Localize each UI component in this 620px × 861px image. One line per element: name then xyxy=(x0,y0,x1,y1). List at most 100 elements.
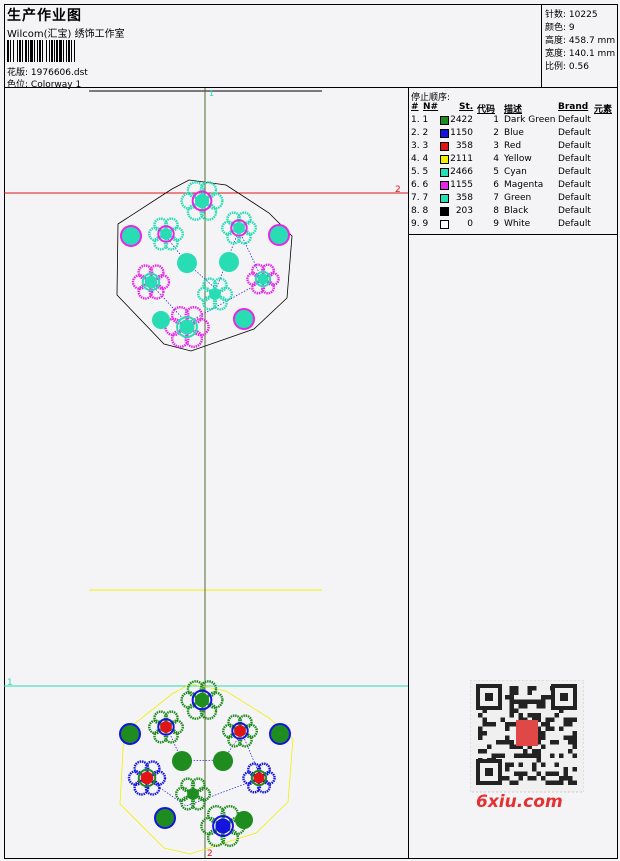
stop-row: 4. 4 2111 4 Yellow Default xyxy=(409,154,618,167)
stop-row: 1. 1 2422 1 Dark Green Default xyxy=(409,115,618,128)
flower-motif xyxy=(164,306,210,348)
stitch-count: 2111 xyxy=(450,154,473,164)
col-st: St. xyxy=(459,102,474,112)
col-code: 代码 xyxy=(477,105,496,115)
design-preview: 1 2 1 2 xyxy=(4,88,408,858)
stop-row: 7. 7 358 7 Green Default xyxy=(409,193,618,206)
flower-motif xyxy=(221,714,258,748)
stop-index: 8. 8 xyxy=(411,206,429,216)
stop-row: 8. 8 203 8 Black Default xyxy=(409,206,618,219)
panel-bottom-rule xyxy=(409,234,618,235)
color-code: 2 xyxy=(493,128,499,138)
stop-index: 2. 2 xyxy=(411,128,429,138)
stitch-count: 0 xyxy=(467,219,473,229)
color-code: 3 xyxy=(493,141,499,151)
color-description: Blue xyxy=(504,128,524,138)
color-description: Red xyxy=(504,141,522,151)
dot-motif xyxy=(119,723,141,745)
qr-code xyxy=(470,680,584,793)
color-code: 6 xyxy=(493,180,499,190)
stitch-count: 1150 xyxy=(450,128,473,138)
stop-index: 1. 1 xyxy=(411,115,429,125)
col-element: 元素 xyxy=(594,105,613,115)
dot-motif xyxy=(219,252,239,272)
color-code: 5 xyxy=(493,167,499,177)
stitch-count: 2466 xyxy=(450,167,473,177)
header: 生产作业图 Wilcom(汇宝) 绣饰工作室 花版: 1976606.dst 色… xyxy=(5,5,541,90)
stop-index: 3. 3 xyxy=(411,141,429,151)
stop-index: 5. 5 xyxy=(411,167,429,177)
brand-name: Default xyxy=(558,128,591,138)
flower-motif xyxy=(220,211,257,245)
stop-row: 6. 6 1155 6 Magenta Default xyxy=(409,180,618,193)
stop-index: 4. 4 xyxy=(411,154,429,164)
color-code: 8 xyxy=(493,206,499,216)
color-code: 1 xyxy=(493,115,499,125)
brand-name: Default xyxy=(558,167,591,177)
dot-motif xyxy=(120,225,142,247)
design-stats: 针数: 10225 颜色: 9 高度: 458.7 mm 宽度: 140.1 m… xyxy=(541,5,619,87)
dot-motif xyxy=(233,308,255,330)
dot-motif xyxy=(154,807,176,829)
watermark-text: 6xiu.com xyxy=(476,792,563,812)
barcode xyxy=(7,40,143,62)
stop-row: 9. 9 0 9 White Default xyxy=(409,219,618,232)
height-value: 458.7 mm xyxy=(568,36,616,46)
brand-name: Default xyxy=(558,154,591,164)
dot-motif xyxy=(172,751,192,771)
color-description: Dark Green xyxy=(504,115,556,125)
color-description: White xyxy=(504,219,531,229)
color-description: Magenta xyxy=(504,180,544,190)
flower-motif xyxy=(131,264,171,300)
dot-motif xyxy=(268,224,290,246)
stop-index: 9. 9 xyxy=(411,219,429,229)
stitch-count: 358 xyxy=(455,193,473,203)
color-description: Cyan xyxy=(504,167,527,177)
stop-index: 6. 6 xyxy=(411,180,429,190)
col-desc: 描述 xyxy=(504,105,523,115)
page-title: 生产作业图 xyxy=(7,8,82,24)
flower-motif xyxy=(180,680,224,720)
brand-name: Default xyxy=(558,206,591,216)
stop-row: 3. 3 358 3 Red Default xyxy=(409,141,618,154)
brand-name: Default xyxy=(558,193,591,203)
flower-motif xyxy=(246,263,280,295)
brand-name: Default xyxy=(558,115,591,125)
stop-row: 5. 5 2466 5 Cyan Default xyxy=(409,167,618,180)
color-description: Black xyxy=(504,206,529,216)
dot-motif xyxy=(235,811,253,829)
qr-logo-icon xyxy=(516,720,538,746)
color-code: 4 xyxy=(493,154,499,164)
width-value: 140.1 mm xyxy=(568,49,616,59)
brand-name: Default xyxy=(558,219,591,229)
company-name: Wilcom(汇宝) 绣饰工作室 xyxy=(7,29,125,40)
dot-motif xyxy=(152,311,170,329)
marker-2-bottom: 2 xyxy=(207,849,213,858)
marker-2-red: 2 xyxy=(395,185,401,195)
colors-label: 颜色: xyxy=(545,23,567,33)
colors-value: 9 xyxy=(568,23,575,33)
stop-index: 7. 7 xyxy=(411,193,429,203)
flower-motif xyxy=(180,181,224,221)
flower-motif xyxy=(242,762,276,794)
stitch-count: 358 xyxy=(455,141,473,151)
col-brand: Brand xyxy=(558,102,589,112)
brand-name: Default xyxy=(558,141,591,151)
marker-1-cyan: 1 xyxy=(7,678,13,688)
flower-motif xyxy=(147,217,184,251)
marker-top: 1 xyxy=(209,89,214,98)
scale-label: 比例: xyxy=(545,62,567,72)
scale-value: 0.56 xyxy=(568,62,589,72)
color-description: Green xyxy=(504,193,532,203)
stitch-count: 203 xyxy=(455,206,473,216)
dot-motif xyxy=(269,723,291,745)
stitch-count: 2422 xyxy=(450,115,473,125)
flower-motif xyxy=(127,760,167,796)
flower-motif xyxy=(196,277,233,311)
height-label: 高度: xyxy=(545,36,567,46)
design-preview-bottom xyxy=(119,680,294,855)
brand-name: Default xyxy=(558,180,591,190)
color-code: 9 xyxy=(493,219,499,229)
stitch-count: 1155 xyxy=(450,180,473,190)
col-hash: # xyxy=(411,102,419,112)
